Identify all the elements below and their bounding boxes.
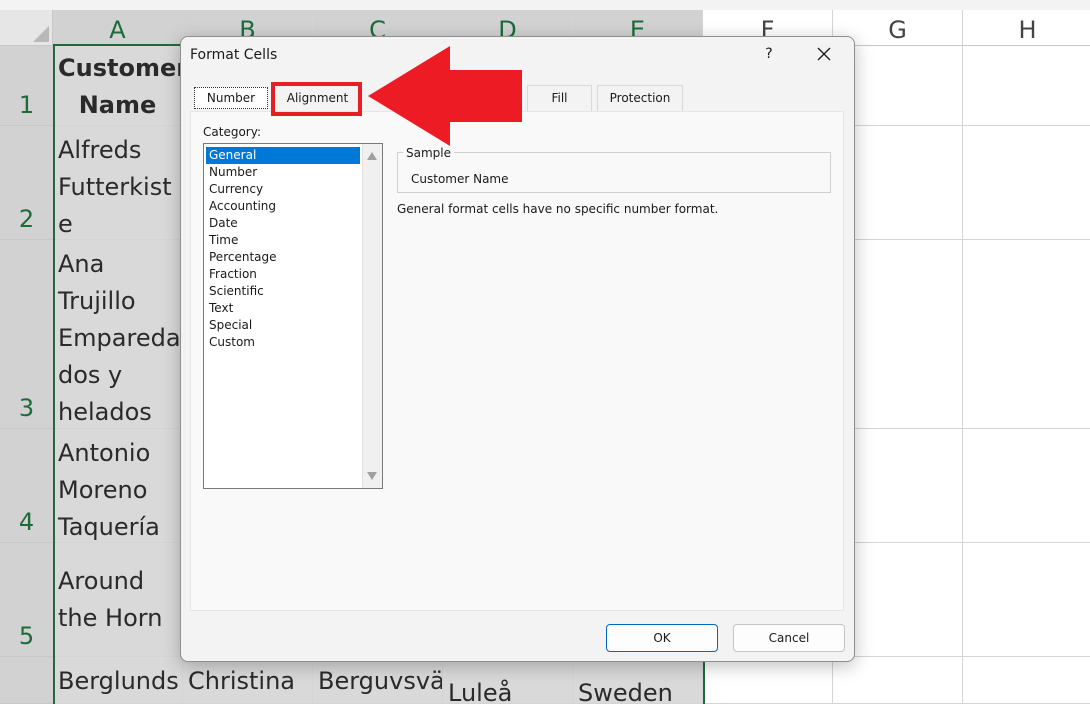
cell-a3[interactable]: Ana Trujillo Empareda dos y helados (53, 240, 183, 429)
selection-border (53, 46, 55, 704)
column-header-a[interactable]: A (53, 10, 183, 46)
cell-h1[interactable] (963, 46, 1090, 126)
help-button[interactable]: ? (758, 43, 780, 65)
category-item-custom[interactable]: Custom (206, 334, 360, 351)
close-icon (817, 47, 831, 61)
scroll-down-icon[interactable] (367, 472, 377, 480)
row-header-1[interactable]: 1 (0, 46, 53, 126)
cell-h3[interactable] (963, 240, 1090, 429)
cell-h4[interactable] (963, 429, 1090, 543)
category-item-special[interactable]: Special (206, 317, 360, 334)
cell-h2[interactable] (963, 126, 1090, 240)
cell-e6[interactable]: Sweden (573, 657, 703, 704)
cell-h6[interactable] (963, 657, 1090, 704)
category-item-fraction[interactable]: Fraction (206, 266, 360, 283)
category-description: General format cells have no specific nu… (397, 202, 719, 216)
category-label: Category: (203, 125, 261, 139)
row-header-5[interactable]: 5 (0, 543, 53, 657)
cell-b6[interactable]: Christina (183, 657, 313, 704)
cell-f6[interactable] (703, 657, 833, 704)
row-header-4[interactable]: 4 (0, 429, 53, 543)
cell-a2[interactable]: Alfreds Futterkist e (53, 126, 183, 240)
category-item-date[interactable]: Date (206, 215, 360, 232)
close-button[interactable] (811, 41, 837, 67)
cell-a6[interactable]: Berglunds (53, 657, 183, 704)
category-listbox[interactable]: General Number Currency Accounting Date … (203, 143, 383, 489)
cancel-button[interactable]: Cancel (733, 624, 845, 652)
tab-protection[interactable]: Protection (597, 85, 683, 111)
cell-a1[interactable]: Customer Name (53, 46, 183, 126)
category-item-scientific[interactable]: Scientific (206, 283, 360, 300)
category-item-number[interactable]: Number (206, 164, 360, 181)
scroll-up-icon[interactable] (367, 152, 377, 160)
cell-g6[interactable] (833, 657, 963, 704)
row-header-6[interactable] (0, 657, 53, 704)
cell-a4[interactable]: Antonio Moreno Taquería (53, 429, 183, 543)
category-item-text[interactable]: Text (206, 300, 360, 317)
tab-fill[interactable]: Fill (527, 85, 592, 111)
category-item-percentage[interactable]: Percentage (206, 249, 360, 266)
cell-h5[interactable] (963, 543, 1090, 657)
column-header-h[interactable]: H (963, 10, 1090, 46)
select-all-corner[interactable] (0, 10, 53, 46)
sample-label: Sample (403, 146, 454, 160)
row-header-3[interactable]: 3 (0, 240, 53, 429)
selection-border-right (703, 657, 705, 704)
red-arrow-left-icon (368, 46, 522, 146)
cell-a5[interactable]: Around the Horn (53, 543, 183, 657)
cell-d6[interactable]: Luleå (443, 657, 573, 704)
category-item-time[interactable]: Time (206, 232, 360, 249)
ribbon-edge (0, 0, 1090, 10)
alignment-tab-highlight (271, 82, 362, 116)
cell-c6[interactable]: Berguvsvä (313, 657, 443, 704)
category-item-currency[interactable]: Currency (206, 181, 360, 198)
sample-value: Customer Name (411, 172, 509, 186)
ok-button[interactable]: OK (606, 624, 718, 652)
category-item-accounting[interactable]: Accounting (206, 198, 360, 215)
category-scrollbar[interactable] (362, 144, 382, 488)
dialog-title: Format Cells (190, 47, 278, 63)
tab-number[interactable]: Number (194, 87, 268, 109)
category-item-general[interactable]: General (206, 147, 360, 164)
row-header-2[interactable]: 2 (0, 126, 53, 240)
